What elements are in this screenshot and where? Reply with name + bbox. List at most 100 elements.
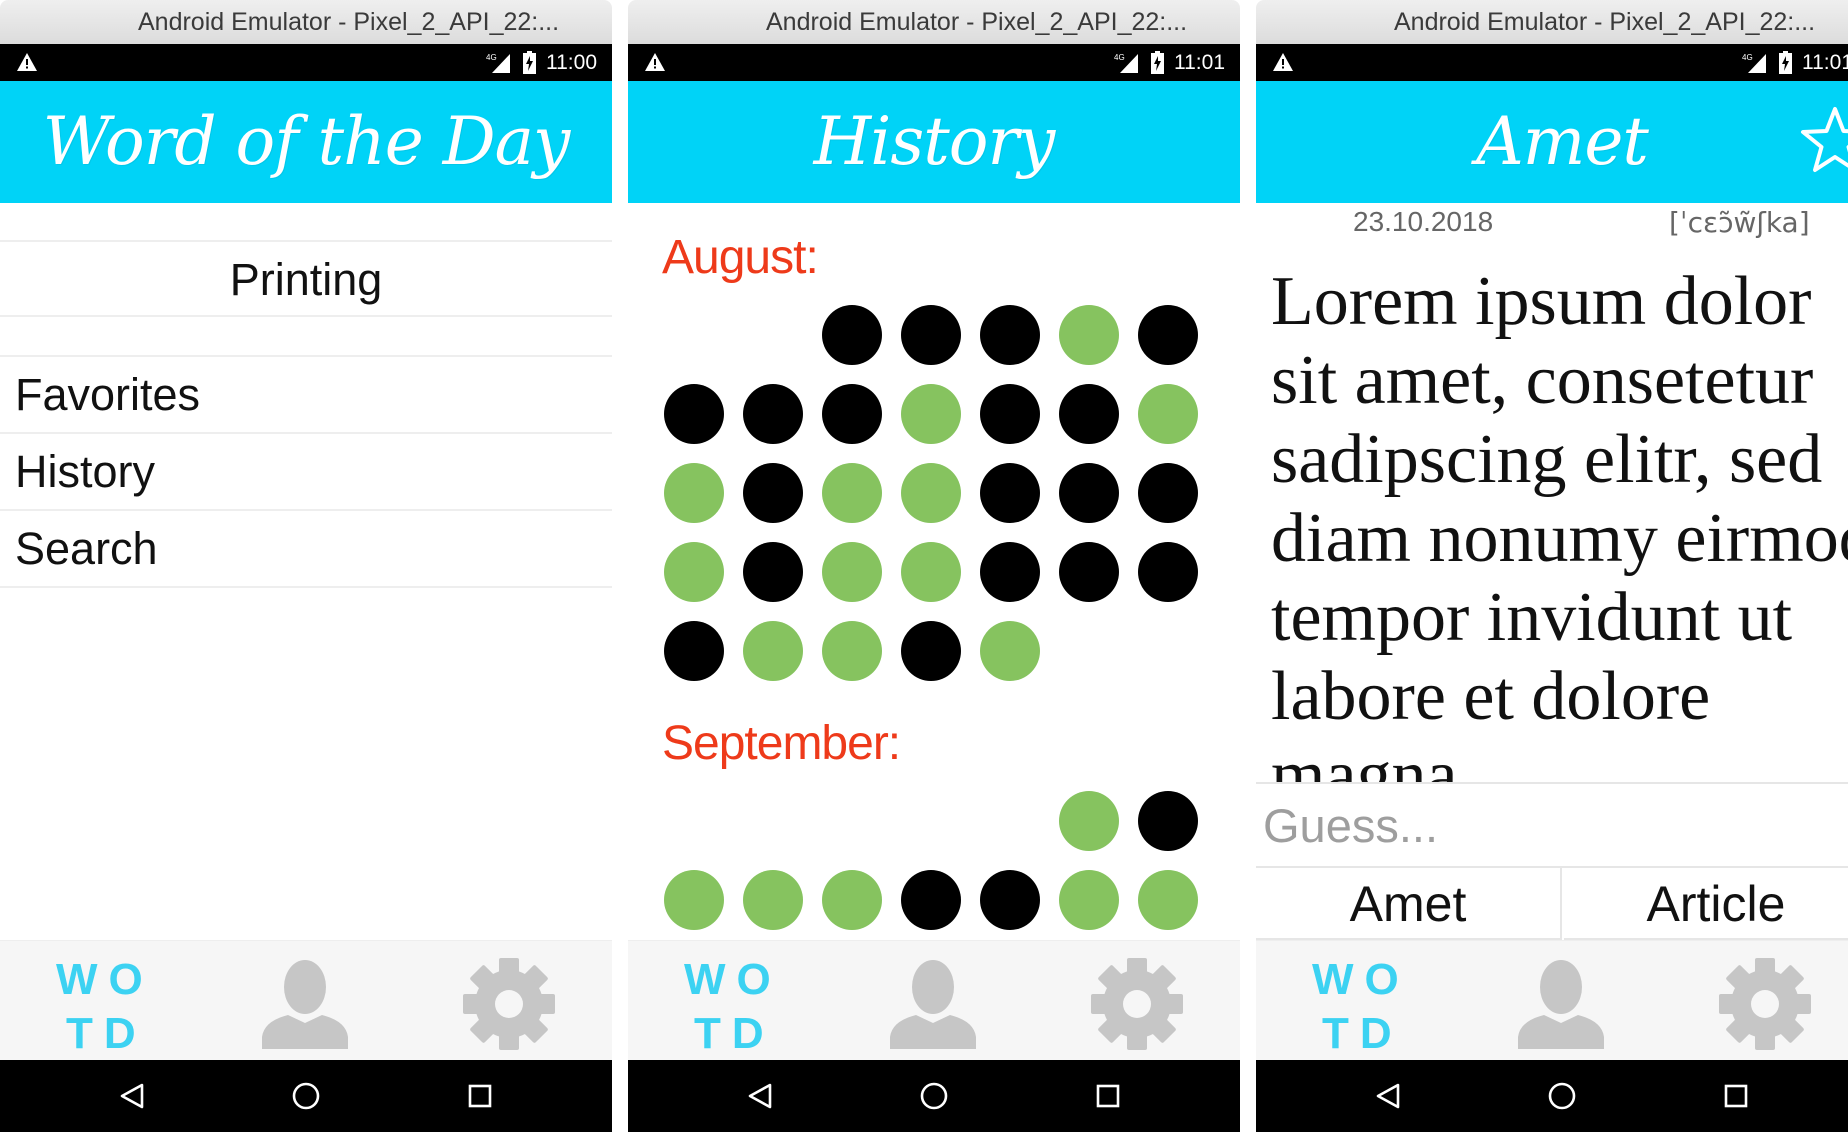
svg-text:4G: 4G [1742, 53, 1753, 62]
history-day-guessed[interactable] [822, 542, 882, 602]
menu-divider [0, 317, 612, 357]
app-bar: Word of the Day [0, 81, 612, 203]
history-day-guessed[interactable] [901, 542, 961, 602]
history-day-guessed[interactable] [822, 463, 882, 523]
history-day-missed[interactable] [1138, 542, 1198, 602]
choice-button-amet[interactable]: Amet [1256, 868, 1562, 940]
wotd-logo-icon[interactable]: WO TD [56, 953, 156, 1058]
android-nav-bar [1256, 1060, 1848, 1132]
history-day-guessed[interactable] [664, 463, 724, 523]
back-icon[interactable] [746, 1082, 774, 1110]
android-nav-bar [0, 1060, 612, 1132]
history-day-guessed[interactable] [1059, 870, 1119, 930]
favorite-star-icon[interactable] [1800, 105, 1848, 175]
app-title: Word of the Day [42, 103, 571, 180]
status-clock: 11:01 [1174, 51, 1225, 74]
menu-item-search[interactable]: Search [0, 511, 612, 588]
home-icon[interactable] [918, 1080, 950, 1112]
history-day-guessed[interactable] [743, 870, 803, 930]
history-day-missed[interactable] [664, 621, 724, 681]
logo-line-2: TD [66, 1009, 147, 1058]
status-clock: 11:00 [546, 51, 597, 74]
history-day-missed[interactable] [980, 305, 1040, 365]
bottom-tab-bar: WO TD [0, 940, 612, 1060]
back-icon[interactable] [118, 1082, 146, 1110]
recent-apps-icon[interactable] [1094, 1082, 1122, 1110]
logo-line-2: TD [1322, 1009, 1403, 1058]
guess-input[interactable] [1256, 784, 1848, 868]
emulator-window-home: Android Emulator - Pixel_2_API_22:... 4G… [0, 0, 612, 1132]
app-bar: Amet [1256, 81, 1848, 203]
battery-charging-icon [1151, 51, 1164, 74]
history-day-missed[interactable] [901, 305, 961, 365]
history-day-missed[interactable] [980, 384, 1040, 444]
android-nav-bar [628, 1060, 1240, 1132]
history-day-missed[interactable] [1138, 791, 1198, 851]
history-day-guessed[interactable] [901, 463, 961, 523]
history-day-guessed[interactable] [1138, 384, 1198, 444]
history-day-missed[interactable] [743, 542, 803, 602]
status-bar: 4G 11:01 [628, 44, 1240, 81]
gear-icon[interactable] [462, 957, 556, 1051]
battery-charging-icon [523, 51, 536, 74]
history-day-missed[interactable] [743, 384, 803, 444]
back-icon[interactable] [1374, 1082, 1402, 1110]
app-title: History [813, 103, 1056, 180]
person-icon[interactable] [258, 957, 352, 1049]
signal-4g-icon: 4G [1742, 53, 1766, 73]
menu-item-favorites[interactable]: Favorites [0, 357, 612, 434]
window-title-bar: Android Emulator - Pixel_2_API_22:... [628, 0, 1240, 44]
current-word-item[interactable]: Printing [0, 240, 612, 317]
history-day-missed[interactable] [980, 542, 1040, 602]
menu-item-history[interactable]: History [0, 434, 612, 511]
history-day-missed[interactable] [901, 621, 961, 681]
warning-icon [645, 53, 665, 71]
history-day-guessed[interactable] [822, 870, 882, 930]
history-day-missed[interactable] [1059, 463, 1119, 523]
history-day-guessed[interactable] [901, 384, 961, 444]
status-clock: 11:01 [1802, 51, 1848, 74]
history-day-guessed[interactable] [1059, 791, 1119, 851]
emulator-window-history: Android Emulator - Pixel_2_API_22:... 4G… [628, 0, 1240, 1132]
recent-apps-icon[interactable] [466, 1082, 494, 1110]
history-day-missed[interactable] [901, 870, 961, 930]
history-day-missed[interactable] [822, 305, 882, 365]
history-day-missed[interactable] [1059, 384, 1119, 444]
history-day-missed[interactable] [980, 463, 1040, 523]
history-day-guessed[interactable] [664, 870, 724, 930]
history-day-missed[interactable] [743, 463, 803, 523]
history-day-missed[interactable] [822, 384, 882, 444]
status-bar: 4G 11:00 [0, 44, 612, 81]
recent-apps-icon[interactable] [1722, 1082, 1750, 1110]
home-icon[interactable] [290, 1080, 322, 1112]
history-day-guessed[interactable] [822, 621, 882, 681]
history-day-guessed[interactable] [1138, 870, 1198, 930]
history-day-guessed[interactable] [1059, 305, 1119, 365]
status-bar: 4G 11:01 [1256, 44, 1848, 81]
gear-icon[interactable] [1090, 957, 1184, 1051]
logo-line-1: WO [1312, 955, 1410, 1004]
bottom-tab-bar: WO TD [1256, 940, 1848, 1060]
window-title-bar: Android Emulator - Pixel_2_API_22:... [0, 0, 612, 44]
history-day-missed[interactable] [980, 870, 1040, 930]
history-day-guessed[interactable] [743, 621, 803, 681]
history-day-guessed[interactable] [980, 621, 1040, 681]
battery-charging-icon [1779, 51, 1792, 74]
person-icon[interactable] [886, 957, 980, 1049]
wotd-logo-icon[interactable]: WO TD [684, 953, 784, 1058]
warning-icon [1273, 53, 1293, 71]
svg-text:4G: 4G [486, 53, 497, 62]
history-day-missed[interactable] [1138, 463, 1198, 523]
history-day-missed[interactable] [1059, 542, 1119, 602]
main-menu: Printing Favorites History Search [0, 240, 612, 588]
history-day-missed[interactable] [664, 384, 724, 444]
history-day-guessed[interactable] [664, 542, 724, 602]
history-day-missed[interactable] [1138, 305, 1198, 365]
person-icon[interactable] [1514, 957, 1608, 1049]
home-icon[interactable] [1546, 1080, 1578, 1112]
signal-4g-icon: 4G [486, 53, 510, 73]
emulator-window-word: Android Emulator - Pixel_2_API_22:... 4G… [1256, 0, 1848, 1132]
wotd-logo-icon[interactable]: WO TD [1312, 953, 1412, 1058]
gear-icon[interactable] [1718, 957, 1812, 1051]
choice-button-article[interactable]: Article [1564, 868, 1848, 940]
